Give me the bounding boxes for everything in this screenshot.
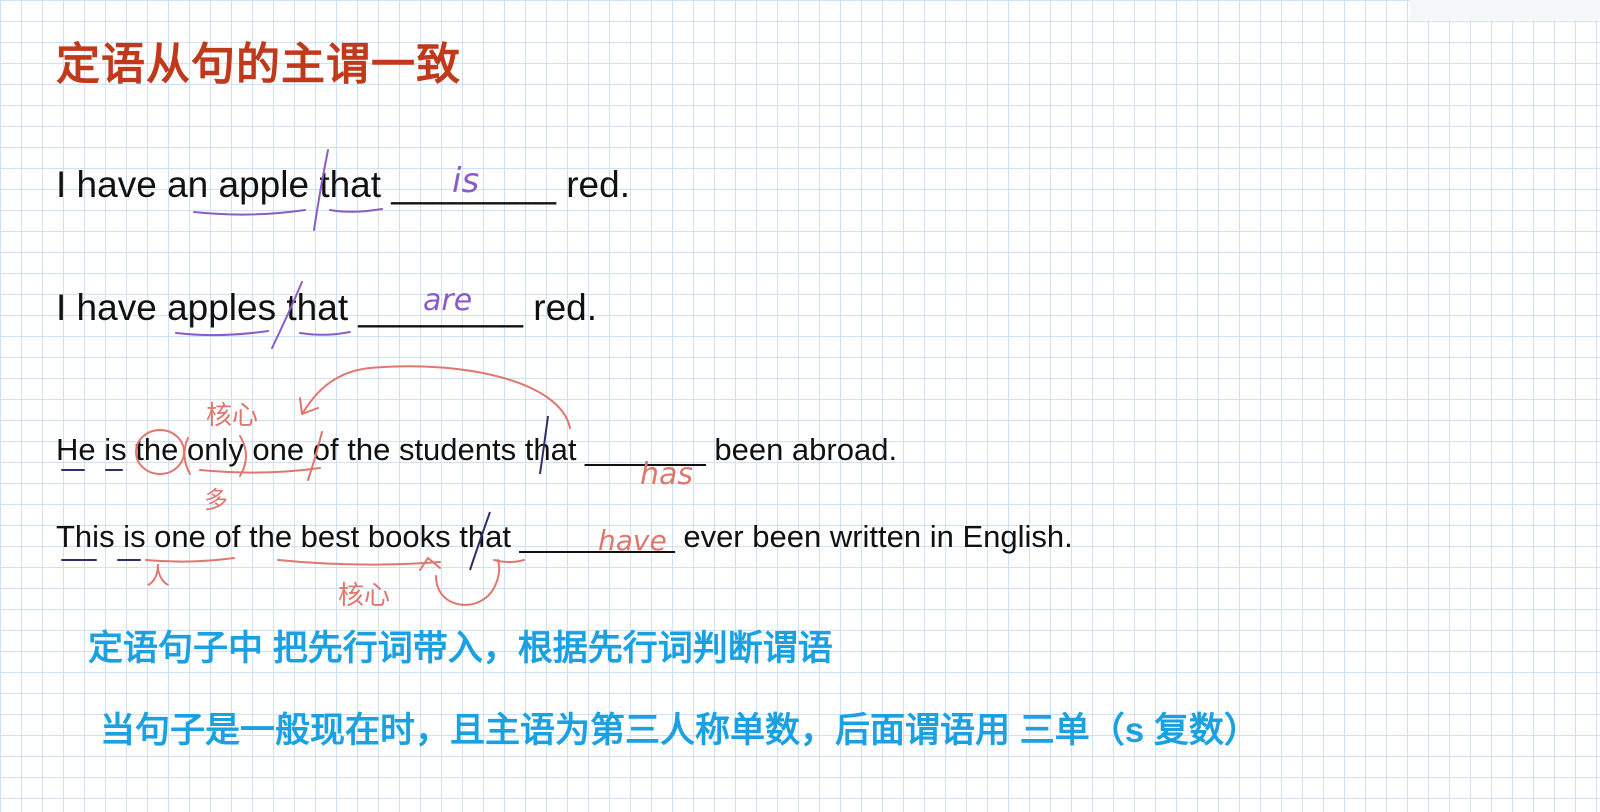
window-top-strip xyxy=(1410,0,1600,20)
core-label-2: 核心 xyxy=(338,581,390,611)
note-many: 多 xyxy=(204,486,228,514)
arrow-head-4 xyxy=(419,556,441,571)
underline-best-books xyxy=(277,559,441,566)
underline-apple xyxy=(193,209,306,216)
underline-that-1 xyxy=(329,208,383,213)
underline-one xyxy=(145,557,235,563)
core-label-1: 核心 xyxy=(206,401,258,431)
underline-that-4 xyxy=(493,559,525,563)
note-person: 人 xyxy=(146,562,170,590)
example-sentence-1: I have an apple that ________ red. xyxy=(56,164,630,205)
example-sentence-2: I have apples that ________ red. xyxy=(56,287,598,328)
example-sentence-3: He is the only one of the students that … xyxy=(56,432,898,467)
example-sentence-4: This is one of the best books that _____… xyxy=(56,519,1073,554)
arrow-curve-4 xyxy=(435,559,501,606)
arrow-arc-3 xyxy=(301,365,571,429)
underline-apples xyxy=(175,330,269,337)
underline-only-one xyxy=(199,467,321,474)
rule-text-2: 当句子是一般现在时，且主语为第三人称单数，后面谓语用 三单（s 复数） xyxy=(100,711,1259,750)
underline-that-2 xyxy=(299,331,351,336)
handwriting-annotations: is are 核心 多 has 核心 人 have xyxy=(61,149,693,611)
arrow-head-3 xyxy=(299,397,319,415)
slide-title: 定语从句的主谓一致 xyxy=(56,40,461,89)
rule-text-1: 定语句子中 把先行词带入，根据先行词判断谓语 xyxy=(88,629,833,668)
